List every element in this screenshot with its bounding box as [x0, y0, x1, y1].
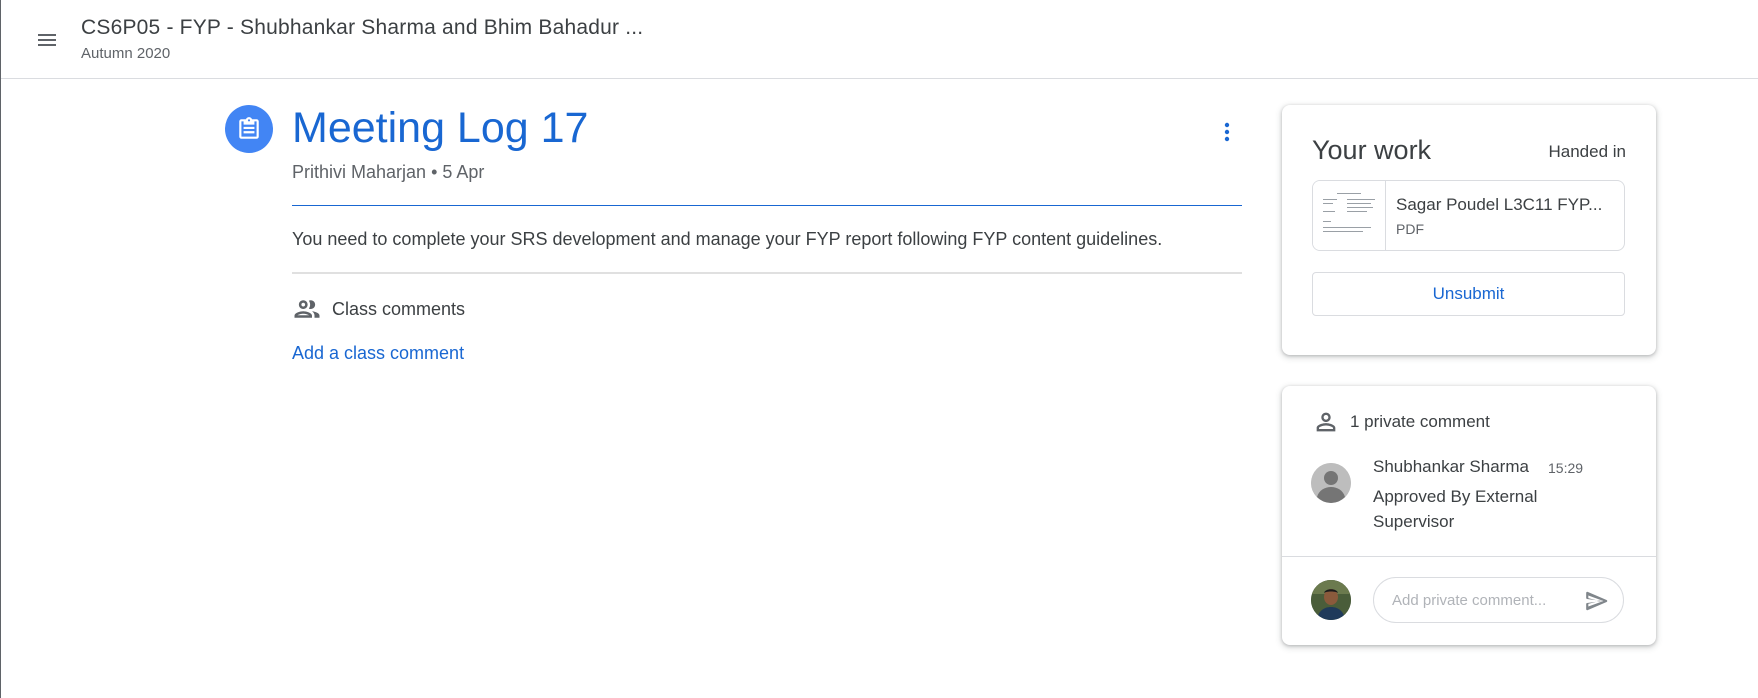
assignment-meta: Prithivi Maharjan • 5 Apr — [292, 162, 484, 183]
attachment-type: PDF — [1396, 221, 1424, 237]
add-class-comment-link[interactable]: Add a class comment — [292, 343, 464, 364]
top-app-bar: CS6P05 - FYP - Shubhankar Sharma and Bhi… — [1, 0, 1758, 79]
hamburger-menu-icon — [38, 34, 56, 46]
avatar — [1311, 463, 1351, 503]
more-options-button[interactable] — [1205, 110, 1249, 154]
private-comments-card: 1 private comment Shubhankar Sharma 15:2… — [1282, 386, 1656, 645]
send-icon — [1586, 591, 1608, 611]
comment-timestamp: 15:29 — [1548, 460, 1584, 476]
comment-text: Approved By External Supervisor — [1373, 487, 1538, 531]
submission-status: Handed in — [1548, 142, 1626, 161]
assignment-instructions: You need to complete your SRS developmen… — [292, 229, 1163, 249]
assignment-author: Prithivi Maharjan — [292, 162, 427, 182]
person-icon — [1312, 408, 1340, 436]
current-user-avatar — [1311, 580, 1351, 620]
private-comments-header: 1 private comment — [1312, 408, 1490, 436]
assignment-icon-badge — [225, 105, 273, 153]
send-comment-button[interactable] — [1582, 586, 1612, 616]
assignment-title: Meeting Log 17 — [292, 104, 589, 152]
attachment-thumbnail — [1313, 181, 1386, 250]
default-avatar-icon — [1311, 463, 1351, 503]
comment-divider — [1282, 556, 1656, 557]
assignment-date: 5 Apr — [442, 162, 485, 182]
your-work-card: Your work Handed in Sagar Poudel L3C11 F… — [1282, 105, 1656, 355]
more-vert-icon — [1224, 122, 1230, 142]
private-comments-count: 1 private comment — [1350, 412, 1490, 431]
class-comments-header: Class comments — [292, 294, 465, 324]
title-divider — [292, 205, 1242, 206]
unsubmit-button[interactable]: Unsubmit — [1312, 272, 1625, 316]
people-icon — [292, 294, 322, 324]
user-photo-avatar — [1311, 580, 1351, 620]
meta-separator: • — [431, 162, 443, 182]
your-work-title: Your work — [1312, 135, 1432, 165]
class-comments-label: Class comments — [332, 298, 466, 319]
class-title[interactable]: CS6P05 - FYP - Shubhankar Sharma and Bhi… — [81, 16, 643, 40]
main-menu-button[interactable] — [23, 20, 71, 60]
attachment-name: Sagar Poudel L3C11 FYP... — [1396, 195, 1603, 214]
class-subtitle: Autumn 2020 — [81, 45, 171, 62]
instructions-divider — [292, 272, 1242, 274]
comment-author: Shubhankar Sharma — [1373, 457, 1529, 476]
assignment-clipboard-icon — [239, 117, 259, 139]
attachment-item[interactable]: Sagar Poudel L3C11 FYP... PDF — [1312, 180, 1625, 251]
